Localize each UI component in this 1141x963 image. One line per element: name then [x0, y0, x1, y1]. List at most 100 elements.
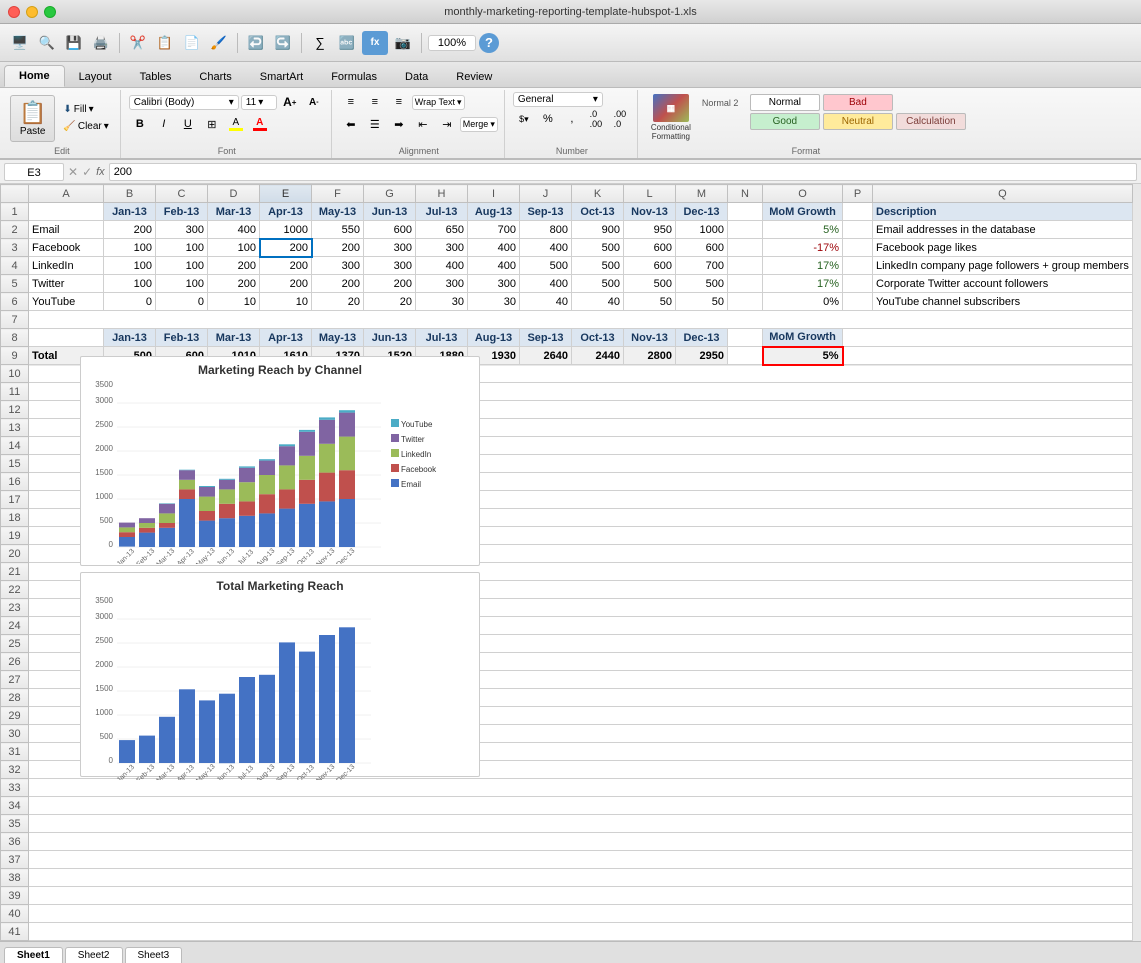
col-G[interactable]: G — [364, 185, 416, 203]
cell-N2[interactable] — [728, 221, 763, 239]
fill-color-button[interactable]: A — [225, 114, 247, 134]
print-button[interactable]: 🖨️ — [89, 31, 113, 55]
tab-smartart[interactable]: SmartArt — [246, 67, 317, 87]
cell-I6[interactable]: 30 — [468, 293, 520, 311]
cell-D3[interactable]: 100 — [208, 239, 260, 257]
cell-M3[interactable]: 600 — [676, 239, 728, 257]
cell-I2[interactable]: 700 — [468, 221, 520, 239]
cell-H4[interactable]: 400 — [416, 257, 468, 275]
fill-button[interactable]: ⬇ Fill ▾ — [58, 102, 98, 117]
cell-H8[interactable]: Jul-13 — [416, 329, 468, 347]
cell-E6[interactable]: 10 — [260, 293, 312, 311]
align-right[interactable]: ➡ — [388, 114, 410, 134]
cell-N3[interactable] — [728, 239, 763, 257]
cell-D6[interactable]: 10 — [208, 293, 260, 311]
cell-D5[interactable]: 200 — [208, 275, 260, 293]
cell-C6[interactable]: 0 — [156, 293, 208, 311]
good-style-button[interactable]: Good — [750, 113, 820, 130]
cell-M8[interactable]: Dec-13 — [676, 329, 728, 347]
cell-row7[interactable] — [29, 311, 1133, 329]
decrease-font-button[interactable]: A- — [303, 92, 325, 112]
cell-G1[interactable]: Jun-13 — [364, 203, 416, 221]
cell-Q2[interactable]: Email addresses in the database — [873, 221, 1133, 239]
col-B[interactable]: B — [104, 185, 156, 203]
underline-button[interactable]: U — [177, 114, 199, 134]
undo-button[interactable]: ↩️ — [244, 31, 268, 55]
tab-review[interactable]: Review — [442, 67, 506, 87]
sort-button[interactable]: 🔤 — [335, 31, 359, 55]
cell-B3[interactable]: 100 — [104, 239, 156, 257]
wrap-text-button[interactable]: Wrap Text ▾ — [412, 95, 465, 110]
cell-P2[interactable] — [843, 221, 873, 239]
minimize-button[interactable] — [26, 6, 38, 18]
zoom-level[interactable]: 100% — [428, 35, 476, 51]
cell-Q3[interactable]: Facebook page likes — [873, 239, 1133, 257]
close-button[interactable] — [8, 6, 20, 18]
cell-N9[interactable] — [728, 347, 763, 365]
cell-L2[interactable]: 950 — [624, 221, 676, 239]
cell-P5[interactable] — [843, 275, 873, 293]
cell-K6[interactable]: 40 — [572, 293, 624, 311]
col-N[interactable]: N — [728, 185, 763, 203]
cell-I4[interactable]: 400 — [468, 257, 520, 275]
cell-J1[interactable]: Sep-13 — [520, 203, 572, 221]
cell-D4[interactable]: 200 — [208, 257, 260, 275]
cell-N5[interactable] — [728, 275, 763, 293]
cell-F2[interactable]: 550 — [312, 221, 364, 239]
cell-O1[interactable]: MoM Growth — [763, 203, 843, 221]
cell-M6[interactable]: 50 — [676, 293, 728, 311]
cell-B4[interactable]: 100 — [104, 257, 156, 275]
cell-L1[interactable]: Nov-13 — [624, 203, 676, 221]
cell-K2[interactable]: 900 — [572, 221, 624, 239]
italic-button[interactable]: I — [153, 114, 175, 134]
cell-O8[interactable]: MoM Growth — [763, 329, 843, 347]
sheet-tab-3[interactable]: Sheet3 — [125, 947, 183, 963]
conditional-formatting-button[interactable]: ▦ ConditionalFormatting — [646, 91, 696, 145]
col-F[interactable]: F — [312, 185, 364, 203]
cell-L8[interactable]: Nov-13 — [624, 329, 676, 347]
cell-G6[interactable]: 20 — [364, 293, 416, 311]
cell-L4[interactable]: 600 — [624, 257, 676, 275]
normal-style-button[interactable]: Normal — [750, 94, 820, 111]
toolbar-icon-2[interactable]: 🔍 — [35, 31, 59, 55]
cell-A2[interactable]: Email — [29, 221, 104, 239]
paste-big-button[interactable]: 📋 Paste — [10, 95, 55, 142]
bold-button[interactable]: B — [129, 114, 151, 134]
col-L[interactable]: L — [624, 185, 676, 203]
redo-button[interactable]: ↪️ — [271, 31, 295, 55]
cell-F6[interactable]: 20 — [312, 293, 364, 311]
toolbar-icon-1[interactable]: 🖥️ — [8, 31, 32, 55]
cell-J2[interactable]: 800 — [520, 221, 572, 239]
cell-Q5[interactable]: Corporate Twitter account followers — [873, 275, 1133, 293]
cell-G2[interactable]: 600 — [364, 221, 416, 239]
cell-M4[interactable]: 700 — [676, 257, 728, 275]
cell-N6[interactable] — [728, 293, 763, 311]
fill-dropdown-icon[interactable]: ▾ — [89, 104, 94, 115]
cell-B6[interactable]: 0 — [104, 293, 156, 311]
cell-A4[interactable]: LinkedIn — [29, 257, 104, 275]
col-I[interactable]: I — [468, 185, 520, 203]
cell-F1[interactable]: May-13 — [312, 203, 364, 221]
cell-E2[interactable]: 1000 — [260, 221, 312, 239]
cell-P3[interactable] — [843, 239, 873, 257]
formula-input[interactable] — [109, 163, 1137, 181]
align-top-center[interactable]: ≡ — [364, 92, 386, 112]
cell-PQ8[interactable] — [843, 329, 1133, 347]
cell-N4[interactable] — [728, 257, 763, 275]
cell-Q1[interactable]: Description — [873, 203, 1133, 221]
cell-L3[interactable]: 600 — [624, 239, 676, 257]
cell-A1[interactable] — [29, 203, 104, 221]
cell-K3[interactable]: 500 — [572, 239, 624, 257]
cell-F4[interactable]: 300 — [312, 257, 364, 275]
tab-layout[interactable]: Layout — [65, 67, 126, 87]
cell-A3[interactable]: Facebook — [29, 239, 104, 257]
cut-button[interactable]: ✂️ — [126, 31, 150, 55]
font-name-dropdown[interactable]: Calibri (Body) ▾ — [129, 95, 239, 110]
clear-dropdown-icon[interactable]: ▾ — [104, 121, 109, 132]
chart-marketing-reach[interactable]: Marketing Reach by Channel 0 500 1000 15… — [80, 356, 480, 566]
currency-button[interactable]: $▾ — [513, 109, 535, 129]
cell-P4[interactable] — [843, 257, 873, 275]
cell-H1[interactable]: Jul-13 — [416, 203, 468, 221]
cell-K5[interactable]: 500 — [572, 275, 624, 293]
cell-C4[interactable]: 100 — [156, 257, 208, 275]
